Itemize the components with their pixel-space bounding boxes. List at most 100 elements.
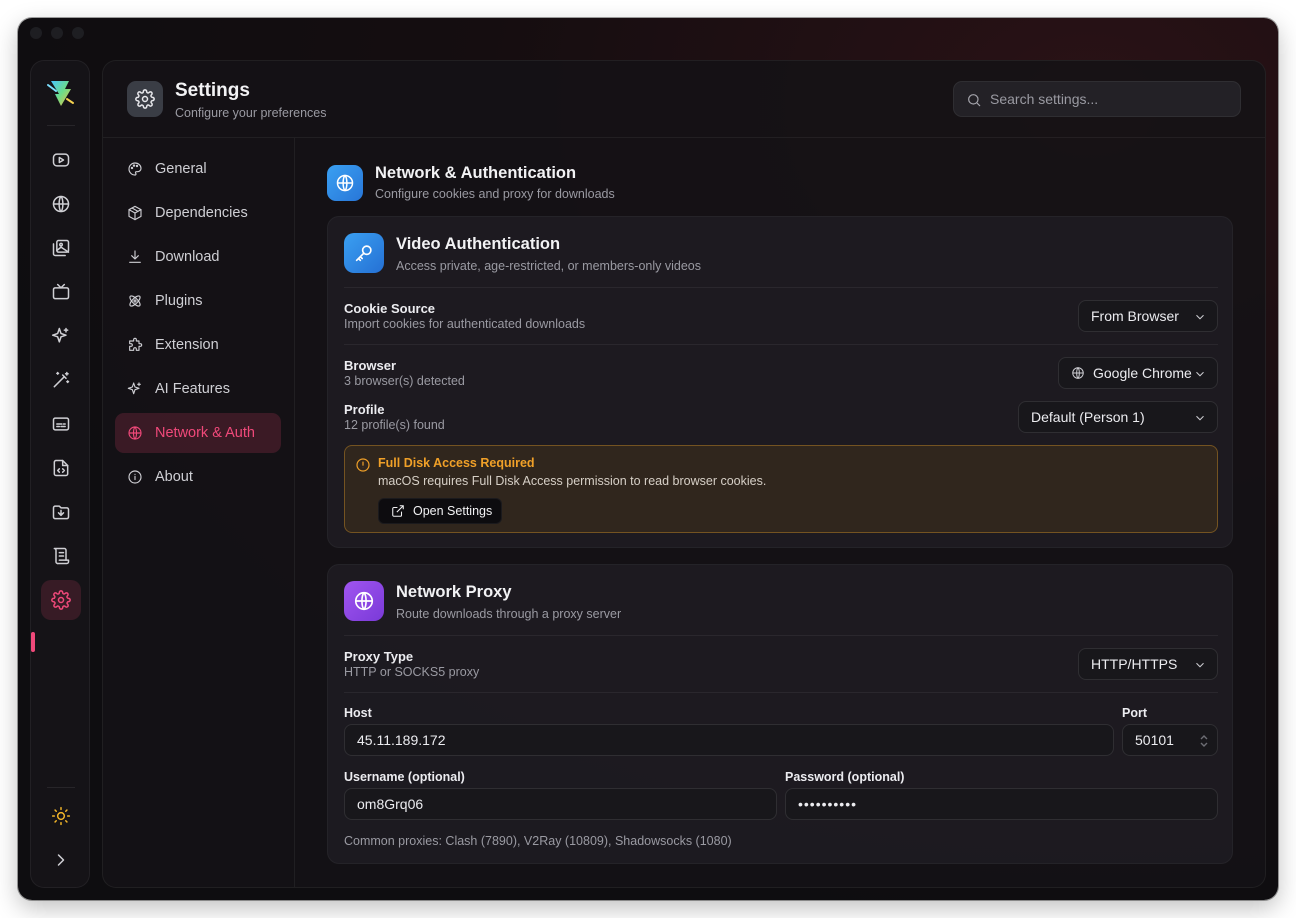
stepper-arrows-icon[interactable] <box>1199 732 1209 750</box>
app-logo[interactable] <box>41 73 81 113</box>
video-auth-icon <box>344 233 384 273</box>
port-value: 50101 <box>1135 732 1174 748</box>
expand-rail-button[interactable] <box>41 840 81 880</box>
nav-item-extension[interactable]: Extension <box>115 325 281 365</box>
proxy-type-select[interactable]: HTTP/HTTPS <box>1078 648 1218 680</box>
search-box[interactable] <box>953 81 1241 117</box>
nav-item-label: Extension <box>155 337 219 353</box>
proxy-hint: Common proxies: Clash (7890), V2Ray (108… <box>344 834 732 848</box>
nav-item-label: Plugins <box>155 293 203 309</box>
section-icon <box>327 165 363 201</box>
browser-label: Browser <box>344 358 397 373</box>
sparkles-icon <box>51 327 69 343</box>
folder-download-icon <box>52 505 70 520</box>
section-title: Network & Authentication <box>375 164 577 182</box>
password-label: Password (optional) <box>785 770 905 784</box>
download-icon <box>129 250 141 263</box>
theme-toggle-button[interactable] <box>41 796 81 836</box>
cookie-source-desc: Import cookies for authenticated downloa… <box>344 317 586 331</box>
host-input[interactable]: 45.11.189.172 <box>344 724 1114 756</box>
password-input[interactable]: •••••••••• <box>785 788 1218 820</box>
rail-active-indicator <box>31 632 35 652</box>
username-input[interactable]: om8Grq06 <box>344 788 777 820</box>
cookie-source-select[interactable]: From Browser <box>1078 300 1218 332</box>
scroll-icon <box>53 547 70 565</box>
chevron-down-icon <box>1196 415 1204 421</box>
package-icon <box>128 205 142 221</box>
warning-title: Full Disk Access Required <box>378 456 535 470</box>
video-auth-card: Video Authentication Access private, age… <box>327 216 1233 548</box>
username-label: Username (optional) <box>344 770 465 784</box>
search-input[interactable] <box>990 82 1230 116</box>
rail-subtitles[interactable] <box>41 404 81 444</box>
chevron-down-icon <box>1196 662 1204 668</box>
card-subtitle: Route downloads through a proxy server <box>396 607 622 621</box>
profile-select[interactable]: Default (Person 1) <box>1018 401 1218 433</box>
magic-wand-icon <box>53 371 70 388</box>
open-settings-button[interactable]: Open Settings <box>378 498 502 524</box>
network-proxy-card: Network Proxy Route downloads through a … <box>327 564 1233 864</box>
nav-item-label: General <box>155 161 207 177</box>
gear-icon <box>135 89 155 109</box>
full-disk-access-warning: Full Disk Access Required macOS requires… <box>344 445 1218 533</box>
app-rail <box>30 60 90 888</box>
nav-item-label: Network & Auth <box>155 425 255 441</box>
browser-select[interactable]: Google Chrome <box>1058 357 1218 389</box>
profile-desc: 12 profile(s) found <box>344 418 445 432</box>
rail-magic[interactable] <box>41 360 81 400</box>
card-divider <box>344 635 1218 636</box>
close-window-button[interactable] <box>30 27 42 39</box>
cookie-source-value: From Browser <box>1091 308 1179 324</box>
settings-header: Settings Configure your preferences <box>103 61 1265 138</box>
app-window: Settings Configure your preferences Gene… <box>18 18 1278 900</box>
zoom-window-button[interactable] <box>72 27 84 39</box>
sun-icon <box>51 806 71 826</box>
alert-circle-icon <box>356 458 370 472</box>
nav-item-label: About <box>155 469 193 485</box>
nav-item-dependencies[interactable]: Dependencies <box>115 193 281 233</box>
puzzle-icon <box>129 337 143 351</box>
port-input[interactable]: 50101 <box>1122 724 1218 756</box>
window-controls <box>30 27 84 39</box>
browser-desc: 3 browser(s) detected <box>344 374 465 388</box>
globe-icon <box>128 426 142 440</box>
nav-item-plugins[interactable]: Plugins <box>115 281 281 321</box>
network-proxy-icon <box>344 581 384 621</box>
nav-item-label: Download <box>155 249 220 265</box>
atom-icon <box>129 295 141 307</box>
nav-item-ai-features[interactable]: AI Features <box>115 369 281 409</box>
video-icon <box>52 153 70 167</box>
subtitles-icon <box>52 417 70 431</box>
nav-item-general[interactable]: General <box>115 149 281 189</box>
palette-icon <box>128 162 142 176</box>
globe-icon <box>1072 367 1084 379</box>
proxy-type-desc: HTTP or SOCKS5 proxy <box>344 665 480 679</box>
images-icon <box>52 239 70 257</box>
rail-downloads[interactable] <box>41 492 81 532</box>
section-subtitle: Configure cookies and proxy for download… <box>375 187 615 201</box>
nav-item-download[interactable]: Download <box>115 237 281 277</box>
rail-logs[interactable] <box>41 536 81 576</box>
info-icon <box>128 470 142 484</box>
nav-item-about[interactable]: About <box>115 457 281 497</box>
lightning-logo-icon <box>47 81 74 106</box>
globe-icon <box>336 174 354 192</box>
rail-ai[interactable] <box>41 316 81 356</box>
tv-icon <box>52 283 70 300</box>
rail-tv[interactable] <box>41 272 81 312</box>
chevron-down-icon <box>1196 314 1204 320</box>
rail-browser[interactable] <box>41 184 81 224</box>
settings-nav: General Dependencies Download Plugins Ex… <box>103 138 295 887</box>
nav-item-label: Dependencies <box>155 205 248 221</box>
globe-icon <box>52 195 70 213</box>
nav-item-network-auth[interactable]: Network & Auth <box>115 413 281 453</box>
rail-code[interactable] <box>41 448 81 488</box>
rail-images[interactable] <box>41 228 81 268</box>
open-settings-label: Open Settings <box>413 504 493 518</box>
rail-video[interactable] <box>41 140 81 180</box>
minimize-window-button[interactable] <box>51 27 63 39</box>
rail-settings[interactable] <box>41 580 81 620</box>
proxy-type-value: HTTP/HTTPS <box>1091 656 1178 672</box>
nav-item-label: AI Features <box>155 381 230 397</box>
chevron-right-icon <box>57 854 65 866</box>
